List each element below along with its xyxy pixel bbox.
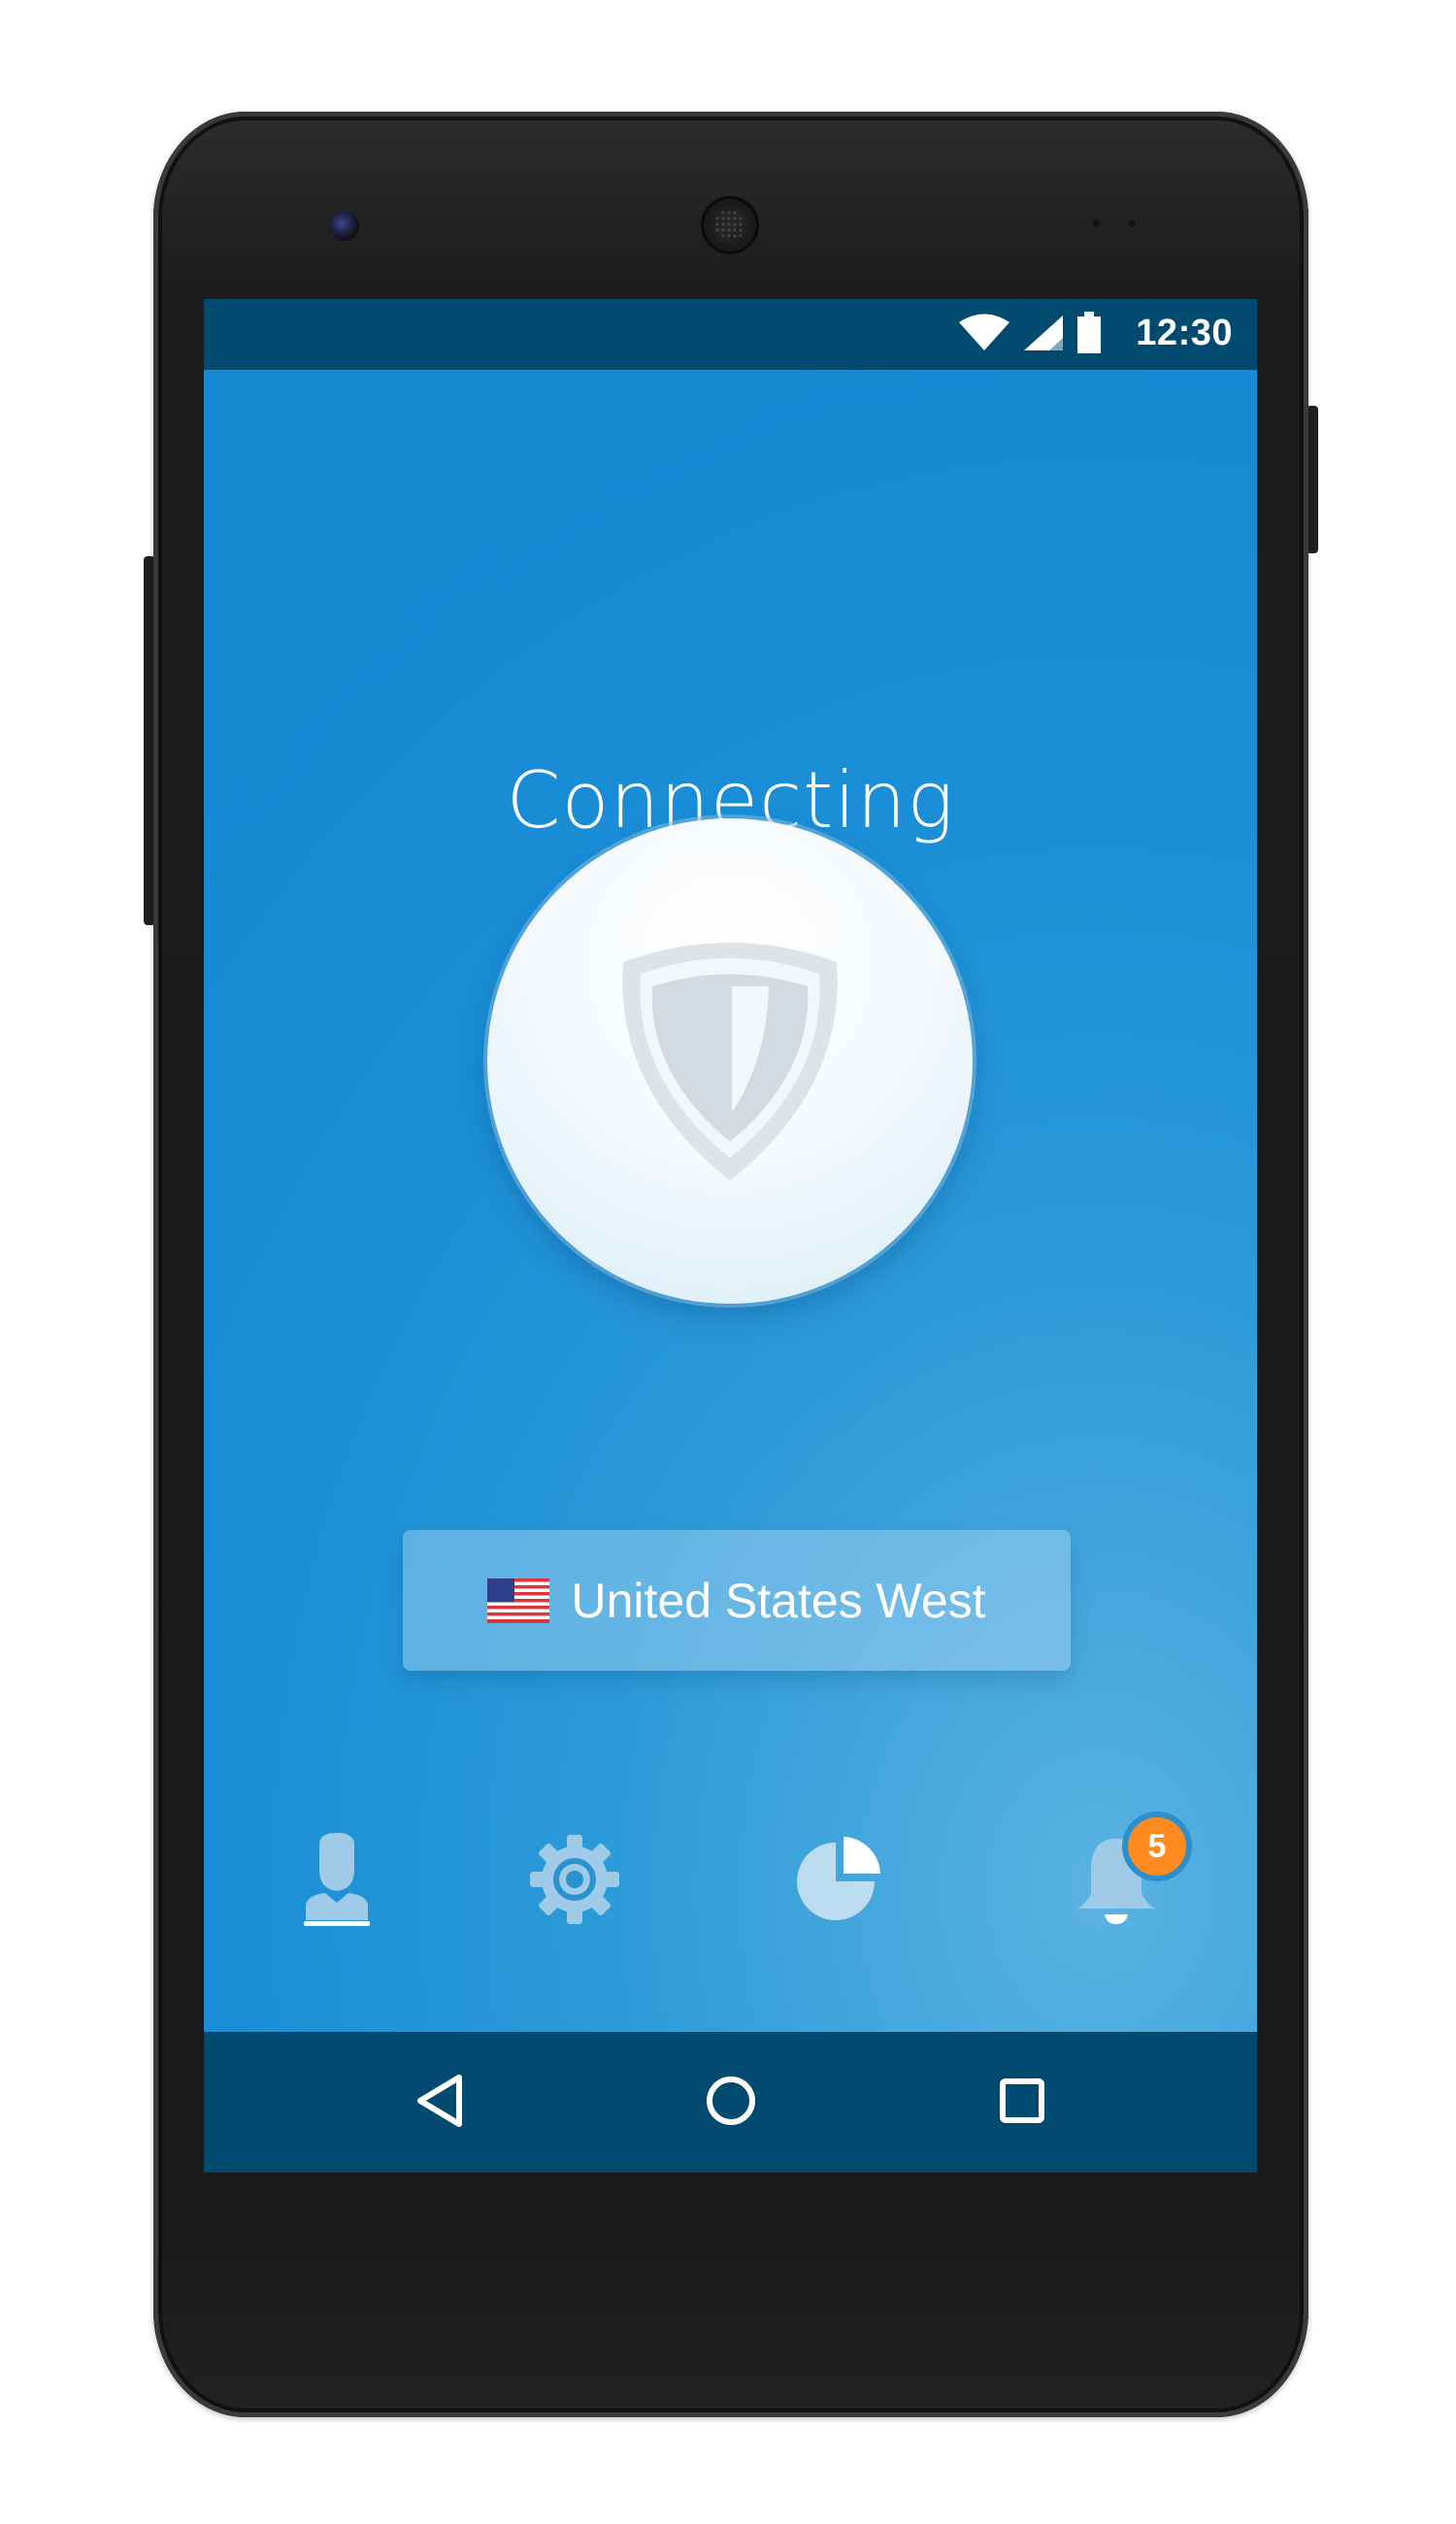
light-sensor bbox=[1128, 219, 1136, 227]
recents-icon bbox=[995, 2074, 1049, 2133]
system-nav-bar bbox=[204, 2032, 1257, 2173]
location-label: United States West bbox=[571, 1573, 986, 1628]
account-icon bbox=[298, 1831, 376, 1933]
nav-notifications[interactable]: 5 bbox=[1045, 1817, 1186, 1940]
status-icons bbox=[958, 311, 1102, 359]
back-icon bbox=[413, 2072, 467, 2135]
recents-button[interactable] bbox=[990, 2071, 1054, 2135]
shield-icon bbox=[613, 933, 846, 1190]
back-button[interactable] bbox=[408, 2071, 472, 2135]
cell-signal-icon bbox=[1022, 314, 1065, 357]
location-selector[interactable]: United States West bbox=[403, 1530, 1071, 1671]
bottom-nav: 5 bbox=[204, 1817, 1257, 1959]
connect-button[interactable] bbox=[487, 818, 973, 1304]
home-button[interactable] bbox=[699, 2071, 763, 2135]
home-icon bbox=[704, 2074, 758, 2133]
proximity-sensor bbox=[1092, 219, 1100, 227]
wifi-icon bbox=[958, 314, 1010, 357]
front-camera bbox=[330, 212, 359, 241]
nav-stats[interactable] bbox=[781, 1823, 898, 1940]
settings-gear-icon bbox=[528, 1833, 621, 1931]
status-bar: 12:30 bbox=[204, 299, 1257, 370]
status-time: 12:30 bbox=[1136, 313, 1233, 353]
earpiece-speaker bbox=[701, 196, 759, 254]
nav-account[interactable] bbox=[279, 1823, 395, 1940]
stats-pie-icon bbox=[793, 1833, 886, 1931]
us-flag-icon bbox=[487, 1578, 550, 1623]
nav-settings[interactable] bbox=[516, 1823, 633, 1940]
app-screen: 12:30 Connecting United States West 5 bbox=[204, 299, 1257, 2173]
battery-icon bbox=[1076, 311, 1102, 359]
notification-count-badge: 5 bbox=[1128, 1817, 1186, 1876]
